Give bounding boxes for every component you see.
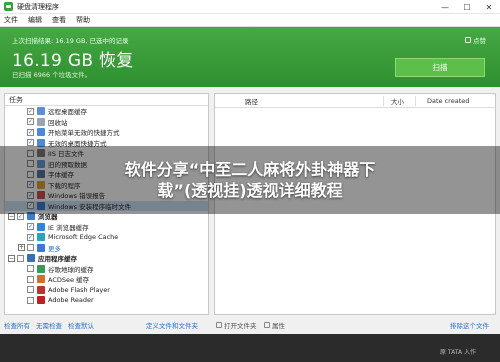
task-label: 远程桌面缓存 — [48, 108, 87, 117]
menu-file[interactable]: 文件 — [4, 15, 18, 25]
collapse-icon[interactable]: − — [8, 254, 15, 262]
column-divider[interactable] — [383, 96, 384, 106]
task-checkbox[interactable]: ✓ — [27, 107, 34, 115]
open-folder-label: 打开文件夹 — [224, 322, 257, 330]
check-default-link[interactable]: 检查默认 — [68, 320, 94, 330]
task-panel-header: 任务 — [5, 94, 208, 106]
properties-label: 属性 — [272, 322, 285, 330]
task-row[interactable]: ACDSee 缓存 — [5, 274, 208, 285]
promo-overlay: 软件分享“中至二人麻将外卦神器下 载”(透视挂)透视详细教程 — [0, 146, 500, 214]
promo-line-2: 载”(透视挂)透视详细教程 — [157, 181, 343, 200]
task-checkbox[interactable] — [17, 254, 24, 262]
menu-edit[interactable]: 编辑 — [28, 15, 42, 25]
task-label: 更多 — [48, 244, 61, 253]
scan-summary-banner: 上次扫描结果: 16.19 GB, 已选中的记录 16.19 GB 恢复 已扫描… — [0, 27, 500, 87]
goto-files-link[interactable]: 定义文件和文件夹 — [146, 320, 198, 330]
menu-view[interactable]: 查看 — [52, 15, 66, 25]
task-label: Adobe Flash Player — [48, 285, 110, 294]
minimize-button[interactable]: — — [434, 0, 456, 14]
app-window: 硬盘清理程序 — ☐ ✕ 文件 编辑 查看 帮助 上次扫描结果: 16.19 G… — [0, 0, 500, 362]
task-label: 回收站 — [48, 118, 68, 127]
more-icon — [37, 243, 45, 252]
scanned-files-count: 已扫描 6966 个垃圾文件。 — [12, 71, 92, 79]
properties-action[interactable]: 属性 — [264, 320, 285, 330]
properties-icon — [264, 322, 270, 328]
column-path[interactable]: 路径 — [245, 94, 258, 108]
recoverable-size: 16.19 GB 恢复 — [12, 51, 134, 71]
task-label: 应用程序缓存 — [38, 255, 77, 264]
ie-icon — [37, 222, 45, 231]
promo-line-1: 软件分享“中至二人麻将外卦神器下 — [124, 160, 376, 179]
task-row[interactable]: ✓ IE 浏览器缓存 — [5, 222, 208, 233]
task-row[interactable]: ✓ Microsoft Edge Cache — [5, 232, 208, 243]
task-checkbox[interactable] — [27, 286, 34, 294]
bottom-strip — [0, 334, 500, 362]
thumbs-up-icon — [465, 37, 471, 43]
task-label: Microsoft Edge Cache — [48, 233, 119, 242]
task-row[interactable]: Adobe Reader — [5, 295, 208, 306]
task-checkbox[interactable]: ✓ — [27, 223, 34, 231]
menu-help[interactable]: 帮助 — [76, 15, 90, 25]
task-label: 谷歌地球的缓存 — [48, 265, 94, 274]
window-title: 硬盘清理程序 — [17, 2, 59, 11]
results-column-header: 路径 大小 Date created — [215, 94, 495, 108]
last-scan-status: 上次扫描结果: 16.19 GB, 已选中的记录 — [12, 37, 129, 45]
task-checkbox[interactable]: ✓ — [27, 233, 34, 241]
task-row[interactable]: + 更多 — [5, 243, 208, 254]
google-earth-icon — [37, 264, 45, 273]
task-label: ACDSee 缓存 — [48, 276, 90, 285]
adobe-reader-icon — [37, 296, 45, 305]
task-row[interactable]: ✓ 回收站 — [5, 117, 208, 128]
scan-button[interactable]: 扫描 — [395, 58, 485, 77]
task-checkbox[interactable]: ✓ — [27, 128, 34, 136]
open-folder-action[interactable]: 打开文件夹 — [216, 320, 257, 330]
task-row[interactable]: − 应用程序缓存 — [5, 253, 208, 264]
start-menu-icon — [37, 128, 45, 137]
title-bar: 硬盘清理程序 — ☐ ✕ — [0, 0, 500, 14]
like-label: 点赞 — [473, 37, 486, 45]
task-checkbox[interactable] — [27, 296, 34, 304]
maximize-button[interactable]: ☐ — [456, 0, 478, 14]
remote-desktop-icon — [37, 107, 45, 116]
task-row[interactable]: ✓ 开始菜单无效的快捷方式 — [5, 127, 208, 138]
flash-icon — [37, 285, 45, 294]
task-label: Adobe Reader — [48, 296, 94, 305]
check-none-link[interactable]: 无需检查 — [36, 320, 62, 330]
folder-icon — [216, 322, 222, 328]
task-checkbox[interactable] — [27, 275, 34, 283]
task-checkbox[interactable] — [27, 244, 34, 252]
like-link[interactable]: 点赞 — [465, 35, 486, 45]
acdsee-icon — [37, 275, 45, 284]
column-date-created[interactable]: Date created — [427, 94, 469, 108]
task-label: 开始菜单无效的快捷方式 — [48, 129, 120, 138]
task-label: IE 浏览器缓存 — [48, 223, 89, 232]
task-row[interactable]: 谷歌地球的缓存 — [5, 264, 208, 275]
task-checkbox[interactable] — [27, 265, 34, 273]
close-button[interactable]: ✕ — [478, 0, 500, 14]
task-row[interactable]: ✓ 远程桌面缓存 — [5, 106, 208, 117]
menu-bar: 文件 编辑 查看 帮助 — [0, 14, 500, 27]
app-logo-icon — [4, 2, 13, 11]
status-bar: 检查所有 无需检查 检查默认 定义文件和文件夹 打开文件夹 属性 排除这个文件 — [0, 318, 500, 332]
app-cache-icon — [27, 254, 35, 263]
column-size[interactable]: 大小 — [391, 94, 404, 108]
recycle-bin-icon — [37, 117, 45, 126]
exclude-file-link[interactable]: 排除这个文件 — [450, 320, 489, 330]
expand-icon[interactable]: + — [18, 244, 25, 252]
column-divider[interactable] — [415, 96, 416, 106]
task-checkbox[interactable]: ✓ — [27, 118, 34, 126]
check-all-link[interactable]: 检查所有 — [4, 320, 30, 330]
edge-icon — [37, 233, 45, 242]
watermark-text: 原 TATA 入作 — [440, 349, 476, 356]
task-row[interactable]: Adobe Flash Player — [5, 285, 208, 296]
